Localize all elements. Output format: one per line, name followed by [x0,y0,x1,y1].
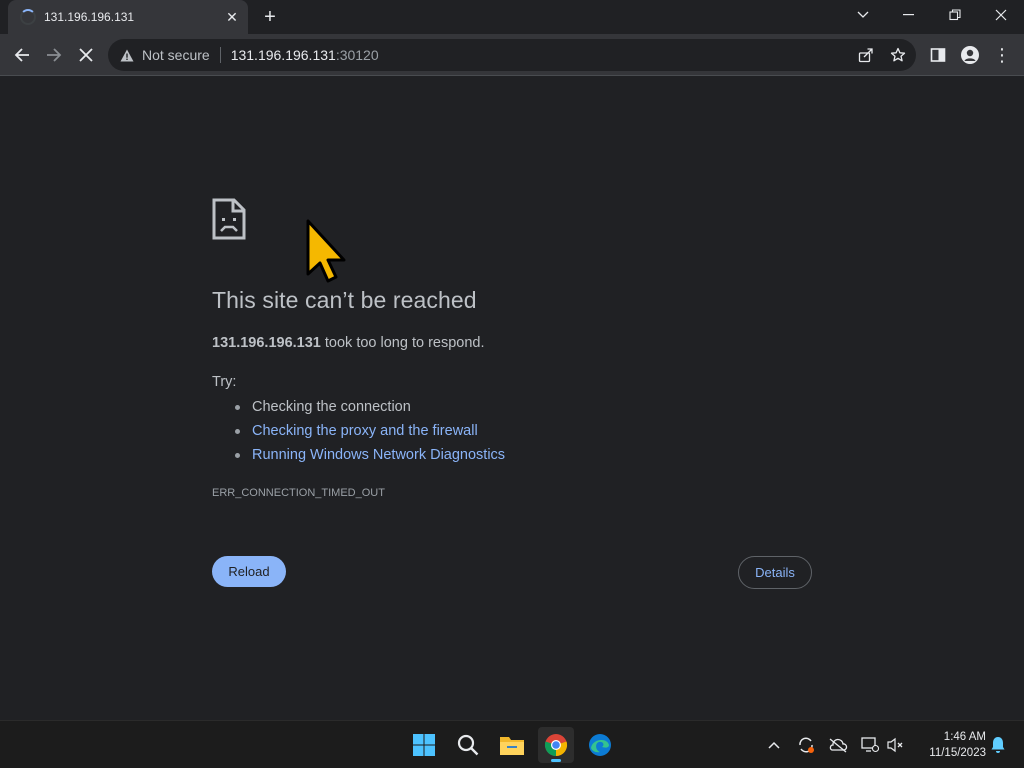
arrow-right-icon [47,48,62,62]
tab-close-icon[interactable]: ✕ [222,7,242,27]
security-status-label[interactable]: Not secure [142,47,210,63]
chevron-down-icon [857,11,869,18]
error-page: This site can’t be reached 131.196.196.1… [0,77,1024,720]
suggestion-check-proxy-link[interactable]: Checking the proxy and the firewall [232,421,505,445]
minimize-button[interactable] [886,0,932,30]
profile-button[interactable] [956,41,984,69]
network-icon[interactable] [860,735,880,755]
clock-time: 1:46 AM [943,731,986,743]
suggestion-list: Checking the connection Checking the pro… [232,397,505,469]
omnibox-divider [219,47,221,63]
forward-button[interactable] [40,41,68,69]
share-icon[interactable] [854,43,878,67]
arrow-left-icon [14,48,29,62]
chrome-taskbar-button[interactable] [538,727,574,763]
windows-logo-icon [413,734,435,756]
url-host-text: 131.196.196.131 [230,47,336,63]
back-button[interactable] [8,41,36,69]
sync-icon[interactable] [796,735,816,755]
notification-bell-icon[interactable] [988,735,1008,755]
tray-overflow-chevron-icon[interactable] [764,735,784,755]
restore-icon [949,9,961,21]
suggestion-network-diagnostics-link[interactable]: Running Windows Network Diagnostics [232,445,505,469]
chrome-icon [544,734,568,757]
close-window-button[interactable] [978,0,1024,30]
warning-icon[interactable] [120,48,134,62]
folder-icon [500,737,524,755]
avatar-icon [961,46,979,64]
edge-icon [589,734,611,756]
taskbar-search-button[interactable] [450,727,486,763]
suggestion-check-connection: Checking the connection [232,397,505,421]
url-port-text: :30120 [335,47,379,63]
error-host: 131.196.196.131 [212,335,321,351]
reload-button[interactable]: Reload [212,556,286,587]
new-tab-button[interactable]: + [258,5,282,29]
system-clock[interactable]: 1:46 AM 11/15/2023 [914,729,986,761]
edge-taskbar-button[interactable] [582,727,618,763]
browser-toolbar: Not secure 131.196.196.131:30120 ⋮ [0,34,1024,76]
minimize-icon [903,14,914,16]
error-code: ERR_CONNECTION_TIMED_OUT [212,487,385,499]
tab-search-button[interactable] [840,0,886,30]
error-message: took too long to respond. [320,335,485,351]
bookmark-star-icon[interactable] [886,43,910,67]
try-label: Try: [212,374,237,390]
close-icon [995,9,1007,21]
browser-tab[interactable]: 131.196.196.131 ✕ [8,0,248,34]
tab-title: 131.196.196.131 [44,10,135,24]
clock-date: 11/15/2023 [929,747,986,759]
mouse-cursor-icon [306,219,346,283]
details-button[interactable]: Details [738,556,812,589]
address-bar[interactable]: Not secure 131.196.196.131:30120 [108,39,916,71]
taskbar: 1:46 AM 11/15/2023 [0,720,1024,768]
volume-muted-icon[interactable] [886,735,906,755]
stop-icon [79,48,93,62]
sad-document-icon [212,198,246,240]
file-explorer-button[interactable] [494,727,530,763]
active-app-indicator [551,759,561,762]
side-panel-icon [930,48,946,62]
error-description: 131.196.196.131 took too long to respond… [212,335,485,351]
title-bar: 131.196.196.131 ✕ + [0,0,1024,34]
loading-spinner-icon [20,9,36,25]
error-title: This site can’t be reached [212,287,477,313]
stop-loading-button[interactable] [72,41,100,69]
browser-menu-button[interactable]: ⋮ [988,41,1016,69]
onedrive-offline-icon[interactable] [828,735,848,755]
side-panel-button[interactable] [924,41,952,69]
start-button[interactable] [406,727,442,763]
restore-button[interactable] [932,0,978,30]
search-icon [457,734,479,756]
